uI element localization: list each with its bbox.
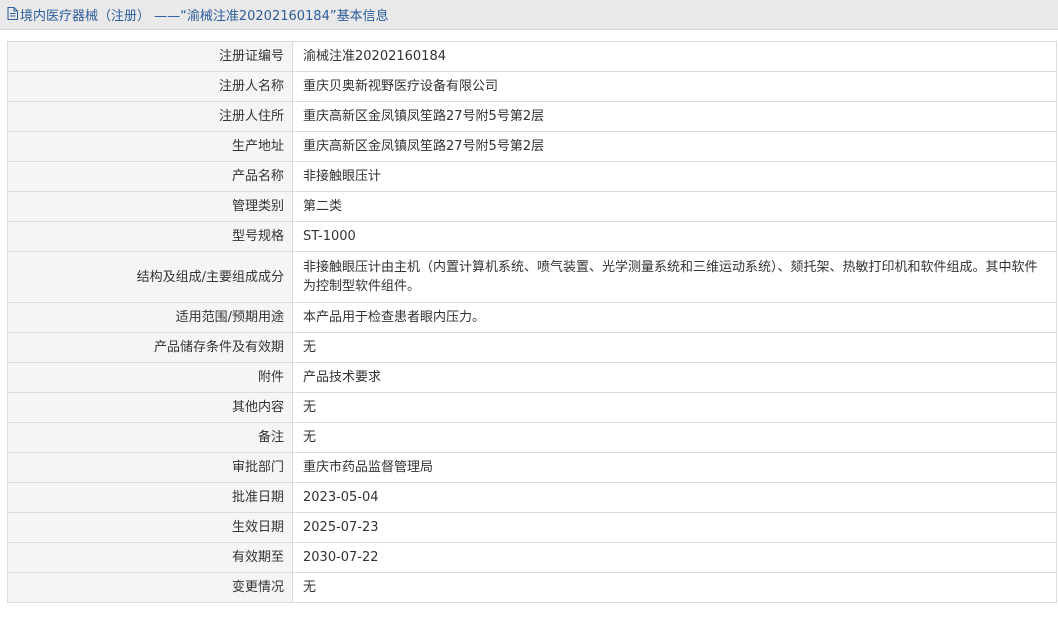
row-label-valid-until: 有效期至 bbox=[7, 542, 293, 573]
table-row: 生效日期 2025-07-23 bbox=[7, 512, 1057, 543]
row-value-registrant-address: 重庆高新区金凤镇凤笙路27号附5号第2层 bbox=[292, 101, 1057, 132]
row-label-registrant-address: 注册人住所 bbox=[7, 101, 293, 132]
row-label-effective-date: 生效日期 bbox=[7, 512, 293, 543]
page-header: 境内医疗器械（注册） ——“渝械注准20202160184”基本信息 bbox=[0, 0, 1058, 30]
table-row: 其他内容 无 bbox=[7, 392, 1057, 423]
row-value-attachment: 产品技术要求 bbox=[292, 362, 1057, 393]
table-row: 备注 无 bbox=[7, 422, 1057, 453]
row-value-approval-department: 重庆市药品监督管理局 bbox=[292, 452, 1057, 483]
row-value-registration-number: 渝械注准20202160184 bbox=[292, 41, 1057, 72]
row-value-product-name: 非接触眼压计 bbox=[292, 161, 1057, 192]
row-value-approval-date: 2023-05-04 bbox=[292, 482, 1057, 513]
row-label-remarks: 备注 bbox=[7, 422, 293, 453]
table-row: 产品名称 非接触眼压计 bbox=[7, 161, 1057, 192]
page-title: 境内医疗器械（注册） ——“渝械注准20202160184”基本信息 bbox=[20, 9, 389, 24]
row-value-effective-date: 2025-07-23 bbox=[292, 512, 1057, 543]
table-row: 有效期至 2030-07-22 bbox=[7, 542, 1057, 573]
row-value-other-content: 无 bbox=[292, 392, 1057, 423]
table-row: 变更情况 无 bbox=[7, 572, 1057, 603]
table-row: 附件 产品技术要求 bbox=[7, 362, 1057, 393]
row-label-approval-date: 批准日期 bbox=[7, 482, 293, 513]
table-row: 注册人住所 重庆高新区金凤镇凤笙路27号附5号第2层 bbox=[7, 101, 1057, 132]
table-row: 适用范围/预期用途 本产品用于检查患者眼内压力。 bbox=[7, 302, 1057, 333]
row-value-remarks: 无 bbox=[292, 422, 1057, 453]
row-label-production-address: 生产地址 bbox=[7, 131, 293, 162]
row-label-management-category: 管理类别 bbox=[7, 191, 293, 222]
table-row: 型号规格 ST-1000 bbox=[7, 221, 1057, 252]
row-value-registrant-name: 重庆贝奥新视野医疗设备有限公司 bbox=[292, 71, 1057, 102]
row-value-valid-until: 2030-07-22 bbox=[292, 542, 1057, 573]
row-label-model-spec: 型号规格 bbox=[7, 221, 293, 252]
row-label-change-status: 变更情况 bbox=[7, 572, 293, 603]
table-row: 产品储存条件及有效期 无 bbox=[7, 332, 1057, 363]
table-row: 管理类别 第二类 bbox=[7, 191, 1057, 222]
row-label-registrant-name: 注册人名称 bbox=[7, 71, 293, 102]
row-label-approval-department: 审批部门 bbox=[7, 452, 293, 483]
row-label-intended-use: 适用范围/预期用途 bbox=[7, 302, 293, 333]
table-row: 注册证编号 渝械注准20202160184 bbox=[7, 41, 1057, 72]
table-row: 批准日期 2023-05-04 bbox=[7, 482, 1057, 513]
row-label-registration-number: 注册证编号 bbox=[7, 41, 293, 72]
table-row: 注册人名称 重庆贝奥新视野医疗设备有限公司 bbox=[7, 71, 1057, 102]
row-label-structure-composition: 结构及组成/主要组成成分 bbox=[7, 251, 293, 303]
device-info-table: 注册证编号 渝械注准20202160184 注册人名称 重庆贝奥新视野医疗设备有… bbox=[7, 41, 1057, 603]
row-label-product-name: 产品名称 bbox=[7, 161, 293, 192]
row-value-intended-use: 本产品用于检查患者眼内压力。 bbox=[292, 302, 1057, 333]
table-row: 审批部门 重庆市药品监督管理局 bbox=[7, 452, 1057, 483]
row-value-management-category: 第二类 bbox=[292, 191, 1057, 222]
row-value-storage-validity: 无 bbox=[292, 332, 1057, 363]
row-label-storage-validity: 产品储存条件及有效期 bbox=[7, 332, 293, 363]
row-value-model-spec: ST-1000 bbox=[292, 221, 1057, 252]
row-value-production-address: 重庆高新区金凤镇凤笙路27号附5号第2层 bbox=[292, 131, 1057, 162]
document-icon bbox=[7, 7, 18, 20]
row-label-attachment: 附件 bbox=[7, 362, 293, 393]
table-row: 生产地址 重庆高新区金凤镇凤笙路27号附5号第2层 bbox=[7, 131, 1057, 162]
row-value-change-status: 无 bbox=[292, 572, 1057, 603]
row-label-other-content: 其他内容 bbox=[7, 392, 293, 423]
row-value-structure-composition: 非接触眼压计由主机（内置计算机系统、喷气装置、光学测量系统和三维运动系统）、颏托… bbox=[292, 251, 1057, 303]
table-row: 结构及组成/主要组成成分 非接触眼压计由主机（内置计算机系统、喷气装置、光学测量… bbox=[7, 251, 1057, 303]
